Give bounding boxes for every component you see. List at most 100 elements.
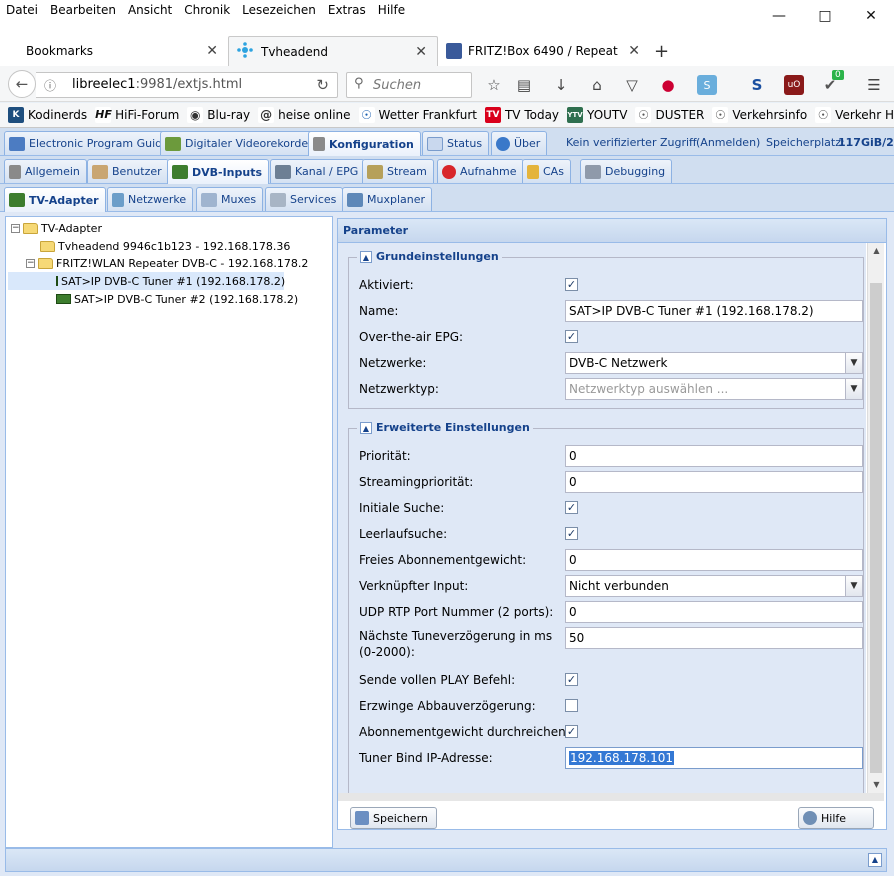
reload-icon[interactable]: ↻ (316, 76, 329, 94)
tab-aufnahme[interactable]: Aufnahme (437, 159, 524, 183)
menu-hamburger-icon[interactable]: ☰ (864, 75, 884, 95)
skype-extension-icon[interactable]: S (697, 75, 717, 95)
streamprio-input[interactable]: 0 (565, 471, 863, 493)
browser-tab-bookmarks[interactable]: Bookmarks ✕ (0, 36, 228, 66)
chevron-down-icon[interactable]: ▼ (845, 379, 862, 399)
aktiviert-checkbox[interactable]: ✓ (565, 278, 578, 291)
collapse-icon[interactable]: − (11, 223, 20, 233)
fieldset-legend[interactable]: ▲ Erweiterte Einstellungen (357, 421, 533, 434)
download-icon[interactable]: ↓ (551, 75, 571, 95)
tree-node-root[interactable]: − TV-Adapter (11, 219, 102, 237)
abo-checkbox[interactable]: ✓ (565, 725, 578, 738)
reading-list-icon[interactable]: ▤ (514, 75, 534, 95)
menu-hilfe[interactable]: Hilfe (372, 0, 411, 22)
bookmark-heise[interactable]: @ heise online (258, 107, 351, 123)
prioritaet-input[interactable]: 0 (565, 445, 863, 467)
menu-lesezeichen[interactable]: Lesezeichen (236, 0, 322, 22)
minimize-button[interactable]: — (756, 4, 802, 28)
tab-dvr[interactable]: Digitaler Videorekorder (160, 131, 320, 155)
close-tab-icon[interactable]: ✕ (206, 43, 218, 59)
expand-up-icon[interactable]: ▲ (868, 853, 882, 867)
tab-muxplaner[interactable]: Muxplaner (342, 187, 433, 211)
tab-konfiguration[interactable]: Konfiguration (308, 131, 421, 156)
tab-services[interactable]: Services (265, 187, 344, 211)
bookmark-youtv[interactable]: YTV YOUTV (567, 107, 627, 123)
scroll-up-icon[interactable]: ▲ (868, 243, 885, 259)
scroll-thumb[interactable] (870, 283, 882, 773)
play-checkbox[interactable]: ✓ (565, 673, 578, 686)
home-icon[interactable]: ⌂ (587, 75, 607, 95)
tree-node-tuner-2[interactable]: SAT>IP DVB-C Tuner #2 (192.168.178.2) (56, 290, 298, 308)
tree-node-tvheadend[interactable]: Tvheadend 9946c1b123 - 192.168.178.36 (40, 237, 290, 255)
help-button[interactable]: Hilfe (798, 807, 874, 829)
collapse-icon[interactable]: ▲ (360, 421, 372, 434)
tree-node-tuner-1[interactable]: SAT>IP DVB-C Tuner #1 (192.168.178.2) (8, 272, 285, 290)
tab-epg[interactable]: Electronic Program Guide (4, 131, 176, 155)
menu-bearbeiten[interactable]: Bearbeiten (44, 0, 122, 22)
tab-allgemein[interactable]: Allgemein (4, 159, 87, 183)
tab-muxes[interactable]: Muxes (196, 187, 264, 211)
tab-tv-adapter[interactable]: TV-Adapter (4, 187, 106, 212)
bookmark-bluray[interactable]: ◉ Blu-ray (187, 107, 250, 123)
bookmark-tvtoday[interactable]: TV TV Today (484, 107, 559, 123)
netzwerktyp-select[interactable]: Netzwerktyp auswählen ... ▼ (565, 378, 863, 400)
info-icon[interactable]: ⓘ (44, 77, 56, 94)
tunedelay-input[interactable]: 50 (565, 627, 863, 649)
save-button[interactable]: Speichern (350, 807, 437, 829)
horizontal-scrollbar[interactable] (338, 793, 884, 801)
collapse-icon[interactable]: − (26, 258, 35, 268)
chevron-down-icon[interactable]: ▼ (845, 353, 862, 373)
netzwerke-select[interactable]: DVB-C Netzwerk ▼ (565, 352, 863, 374)
tab-benutzer[interactable]: Benutzer (87, 159, 169, 183)
bookmark-wetter[interactable]: ☉ Wetter Frankfurt (358, 107, 477, 123)
login-link[interactable]: (Anmelden) (696, 136, 760, 149)
maximize-button[interactable]: □ (802, 4, 848, 28)
url-bar[interactable]: ⓘ libreelec1:9981/extjs.html ↻ (36, 72, 338, 98)
menu-extras[interactable]: Extras (322, 0, 372, 22)
close-window-button[interactable]: ✕ (848, 4, 894, 28)
scroll-down-icon[interactable]: ▼ (868, 777, 885, 793)
ublock-icon[interactable]: uO (784, 75, 804, 95)
epg-checkbox[interactable]: ✓ (565, 330, 578, 343)
tab-kanal-epg[interactable]: Kanal / EPG (270, 159, 366, 183)
tab-netzwerke[interactable]: Netzwerke (107, 187, 194, 211)
chevron-down-icon[interactable]: ▼ (845, 576, 862, 596)
browser-tab-tvheadend[interactable]: Tvheadend ✕ (228, 36, 438, 66)
menu-chronik[interactable]: Chronik (178, 0, 236, 22)
pocket-icon[interactable]: ▽ (622, 75, 642, 95)
menu-ansicht[interactable]: Ansicht (122, 0, 178, 22)
abbau-checkbox[interactable] (565, 699, 578, 712)
s-extension-icon[interactable]: S (747, 75, 767, 95)
udp-input[interactable]: 0 (565, 601, 863, 623)
tab-status[interactable]: Status (422, 131, 490, 155)
leerlauf-checkbox[interactable]: ✓ (565, 527, 578, 540)
bookmark-star-icon[interactable]: ☆ (484, 75, 504, 95)
freies-input[interactable]: 0 (565, 549, 863, 571)
close-tab-icon[interactable]: ✕ (415, 44, 427, 60)
tree-node-fritz[interactable]: − FRITZ!WLAN Repeater DVB-C - 192.168.178… (26, 254, 308, 272)
back-button[interactable]: ← (8, 70, 36, 98)
bookmark-kodinerds[interactable]: K Kodinerds (8, 107, 87, 123)
bookmark-verkehrsinfo[interactable]: ☉ Verkehrsinfo (712, 107, 807, 123)
bindip-input[interactable]: 192.168.178.101 (565, 747, 863, 769)
browser-tab-fritzbox[interactable]: FRITZ!Box 6490 / Repeater ... ✕ (440, 36, 646, 66)
name-input[interactable]: SAT>IP DVB-C Tuner #1 (192.168.178.2) (565, 300, 863, 322)
new-tab-icon[interactable]: + (654, 36, 674, 66)
tab-cas[interactable]: CAs (522, 159, 571, 183)
fieldset-legend[interactable]: ▲ Grundeinstellungen (357, 250, 502, 263)
bookmark-verkehr-hessen[interactable]: ☉Verkehr Hessen (815, 107, 894, 123)
vertical-scrollbar[interactable]: ▲ ▼ (867, 243, 884, 793)
close-tab-icon[interactable]: ✕ (628, 43, 640, 59)
extension-icon[interactable]: ● (658, 75, 678, 95)
search-input[interactable]: ⚲ Suchen (346, 72, 472, 98)
menu-datei[interactable]: Datei (0, 0, 44, 22)
bookmark-duster[interactable]: ☉ DUSTER (635, 107, 704, 123)
tab-stream[interactable]: Stream (362, 159, 434, 183)
collapse-icon[interactable]: ▲ (360, 250, 372, 263)
tab-dvb-inputs[interactable]: DVB-Inputs (167, 159, 270, 184)
tab-debugging[interactable]: Debugging (580, 159, 673, 183)
tab-ueber[interactable]: Über (491, 131, 548, 155)
verknuepft-select[interactable]: Nicht verbunden ▼ (565, 575, 863, 597)
initiale-checkbox[interactable]: ✓ (565, 501, 578, 514)
bookmark-hifi-forum[interactable]: HF HiFi-Forum (95, 107, 179, 123)
